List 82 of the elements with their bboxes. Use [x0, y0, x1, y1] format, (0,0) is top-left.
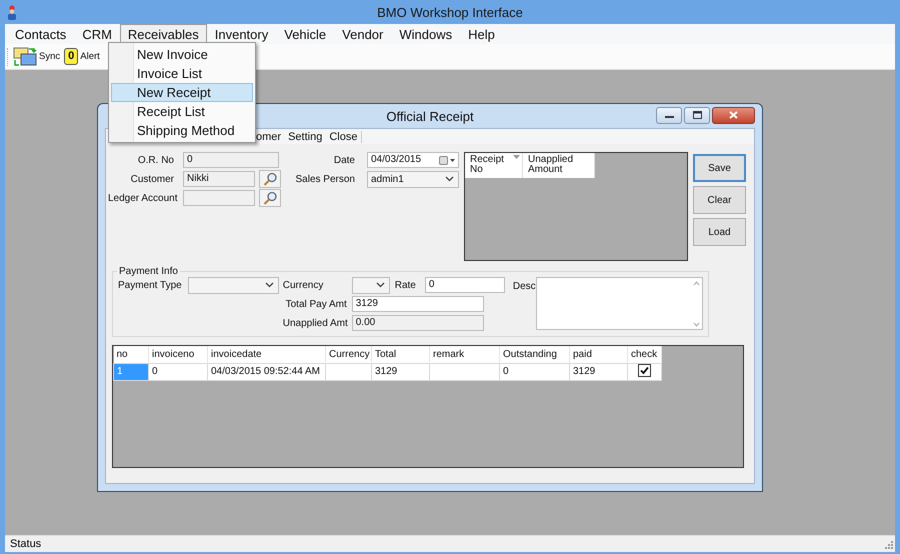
menu-item[interactable]: Contacts — [7, 24, 74, 44]
column-header[interactable]: remark — [430, 346, 500, 363]
toolbar-button[interactable]: Sync — [12, 46, 62, 66]
column-header[interactable]: no — [114, 346, 148, 363]
input-field[interactable]: 0 — [183, 152, 279, 168]
chevron-down-icon — [376, 282, 385, 288]
menu-option[interactable]: Shipping Method — [111, 121, 253, 140]
field-label: Currency — [282, 280, 324, 290]
column-header[interactable]: invoiceno — [148, 346, 208, 363]
input-field[interactable]: 3129 — [352, 296, 484, 312]
table-cell[interactable]: 04/03/2015 09:52:44 AM — [208, 363, 326, 380]
lookup-button[interactable] — [259, 189, 281, 207]
magnifier-icon — [263, 172, 277, 186]
chevron-down-icon — [264, 282, 274, 288]
date-picker[interactable]: 04/03/2015 — [367, 152, 459, 168]
field-label: Payment Type — [118, 280, 182, 290]
menu-item[interactable]: CRM — [74, 24, 120, 44]
minimize-button[interactable] — [656, 106, 682, 124]
column-header[interactable]: Currency — [326, 346, 372, 363]
column-header[interactable]: invoicedate — [208, 346, 326, 363]
close-button[interactable] — [712, 106, 755, 124]
menu-item[interactable]: Windows — [391, 24, 460, 44]
menu-item[interactable]: Setting — [288, 130, 322, 142]
lookup-button[interactable] — [259, 170, 281, 188]
computer-sync-icon — [13, 46, 37, 66]
menu-item[interactable]: Help — [460, 24, 503, 44]
table-cell[interactable]: 0 — [148, 363, 208, 380]
calendar-dropdown-icon — [439, 156, 455, 164]
input-field[interactable]: 0 — [424, 277, 505, 293]
action-button[interactable]: Clear — [693, 186, 746, 214]
column-header[interactable]: paid — [570, 346, 628, 363]
checkbox-icon[interactable] — [638, 364, 651, 376]
column-header[interactable]: Unapplied Amount — [523, 153, 595, 178]
field-label: Desc — [512, 281, 536, 292]
action-button[interactable]: Save — [693, 154, 746, 182]
window-title: BMO Workshop Interface — [377, 5, 523, 20]
window-title: Official Receipt — [386, 109, 474, 124]
field-label: Unapplied Amt — [282, 318, 347, 328]
input-field[interactable]: Nikki — [183, 171, 255, 187]
person-icon — [6, 4, 18, 20]
table-cell[interactable]: 3129 — [372, 363, 430, 380]
menu-item[interactable]: omer — [256, 130, 282, 142]
dropdown-field[interactable] — [188, 276, 279, 294]
menu-option[interactable]: New Invoice — [111, 45, 253, 64]
group-title: Payment Info — [118, 266, 179, 277]
menu-item[interactable]: Vendor — [334, 24, 392, 44]
table-cell[interactable]: 3129 — [570, 363, 628, 380]
sort-arrow-icon — [513, 155, 520, 159]
maximize-button[interactable] — [684, 106, 710, 124]
column-header[interactable]: Receipt No — [465, 153, 523, 178]
menu-item[interactable]: Vehicle — [276, 24, 334, 44]
magnifier-icon — [263, 191, 277, 205]
dropdown-field[interactable]: admin1 — [367, 170, 459, 188]
menu-item[interactable]: Inventory — [206, 24, 276, 44]
menu-option[interactable]: Invoice List — [111, 64, 253, 83]
menu-option[interactable]: Receipt List — [111, 102, 253, 121]
field-label: O.R. No — [136, 154, 174, 166]
resize-grip-icon — [884, 540, 893, 548]
column-header[interactable]: Outstanding — [500, 346, 570, 363]
status-text: Status — [10, 538, 42, 550]
field-label: Customer — [130, 174, 174, 184]
field-label: Sales Person — [294, 174, 355, 184]
field-label: Total Pay Amt — [284, 298, 347, 310]
close-icon — [729, 111, 738, 119]
table-cell[interactable] — [326, 363, 372, 380]
restore-icon — [692, 111, 702, 119]
chevron-down-icon — [445, 176, 454, 182]
action-button[interactable]: Load — [693, 218, 746, 246]
field-label: Date — [332, 154, 355, 166]
column-header[interactable]: check — [628, 346, 662, 363]
menu-item[interactable]: Receivables — [120, 24, 207, 44]
toolbar-button[interactable]: 0 Alert — [63, 48, 101, 65]
column-header[interactable]: Total — [372, 346, 430, 363]
input-field[interactable]: 0.00 — [352, 315, 484, 331]
menu-option[interactable]: New Receipt — [111, 83, 253, 102]
field-label: Rate — [394, 280, 416, 290]
alert-badge: 0 — [64, 48, 78, 65]
dropdown-field[interactable] — [352, 276, 390, 294]
table-cell[interactable]: 0 — [500, 363, 570, 380]
table-cell[interactable] — [430, 363, 500, 380]
input-field[interactable] — [183, 190, 255, 206]
menu-item[interactable]: Close — [329, 130, 358, 142]
